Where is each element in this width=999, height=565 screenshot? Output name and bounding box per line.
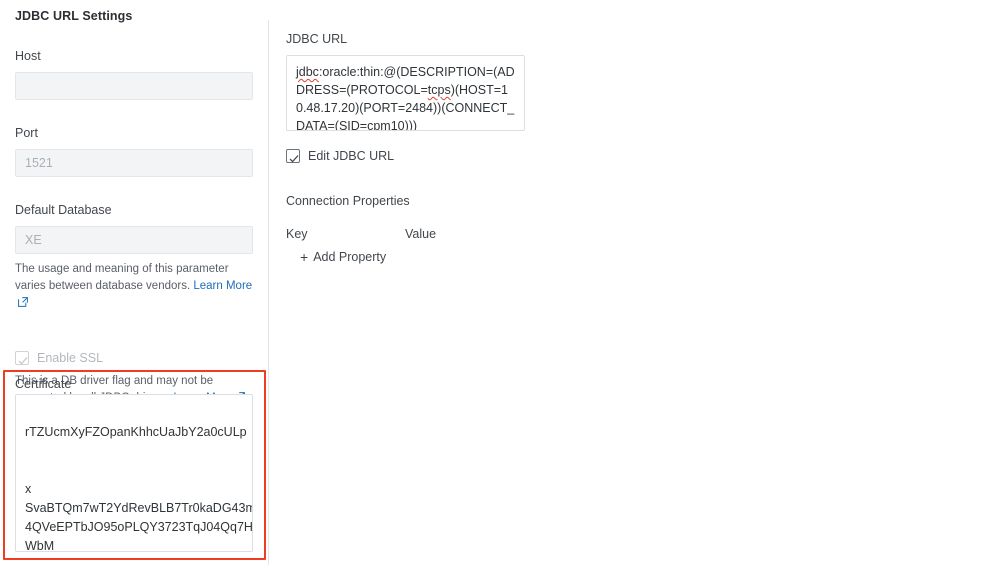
default-database-label: Default Database	[15, 203, 112, 217]
jdbc-url-settings-page: JDBC URL Settings Host Port Default Data…	[0, 0, 999, 565]
jdbc-url-misspelled-token: tcps	[427, 83, 451, 97]
check-icon	[18, 353, 28, 371]
jdbc-url-textarea[interactable]: jdbc:oracle:thin:@(DESCRIPTION=(ADDRESS=…	[286, 55, 525, 131]
page-title: JDBC URL Settings	[15, 9, 133, 23]
column-divider	[268, 20, 269, 565]
enable-ssl-checkbox	[15, 351, 29, 365]
certificate-label: Certificate	[15, 377, 72, 391]
check-icon	[289, 151, 299, 169]
certificate-lines: x SvaBTQm7wT2YdRevBLB7Tr0kaDG43mm 4QVeEP…	[25, 482, 253, 552]
right-column: JDBC URL jdbc:oracle:thin:@(DESCRIPTION=…	[286, 0, 706, 267]
connection-properties-title: Connection Properties	[286, 194, 410, 208]
enable-ssl-row: Enable SSL	[15, 350, 253, 366]
plus-icon: +	[300, 249, 309, 265]
certificate-textarea[interactable]: rTZUcmXyFZOpanKhhcUaJbY2a0cULp x SvaBTQm…	[15, 394, 253, 552]
enable-ssl-label: Enable SSL	[37, 351, 104, 365]
host-label: Host	[15, 49, 41, 63]
port-label: Port	[15, 126, 38, 140]
certificate-content: rTZUcmXyFZOpanKhhcUaJbY2a0cULp x SvaBTQm…	[16, 395, 253, 552]
column-header-key: Key	[286, 227, 308, 241]
default-database-input[interactable]	[15, 226, 253, 254]
edit-jdbc-url-row[interactable]: Edit JDBC URL	[286, 148, 706, 164]
connection-properties-header: Key Value	[286, 227, 706, 241]
external-link-icon	[18, 296, 28, 313]
default-database-help: The usage and meaning of this parameter …	[15, 261, 255, 313]
add-property-label: Add Property	[313, 250, 387, 264]
add-property-button[interactable]: + Add Property	[300, 250, 386, 264]
left-column: JDBC URL Settings Host Port Default Data…	[15, 0, 253, 408]
column-header-value: Value	[405, 227, 437, 241]
certificate-clipped-line: rTZUcmXyFZOpanKhhcUaJbY2a0cULp	[25, 425, 247, 439]
port-input[interactable]	[15, 149, 253, 177]
edit-jdbc-url-checkbox[interactable]	[286, 149, 300, 163]
default-database-learn-more-link[interactable]: Learn More	[193, 280, 252, 292]
host-input[interactable]	[15, 72, 253, 100]
jdbc-url-misspelled-token: jdbc	[296, 65, 319, 79]
jdbc-url-label: JDBC URL	[286, 32, 348, 46]
edit-jdbc-url-label: Edit JDBC URL	[308, 149, 395, 163]
